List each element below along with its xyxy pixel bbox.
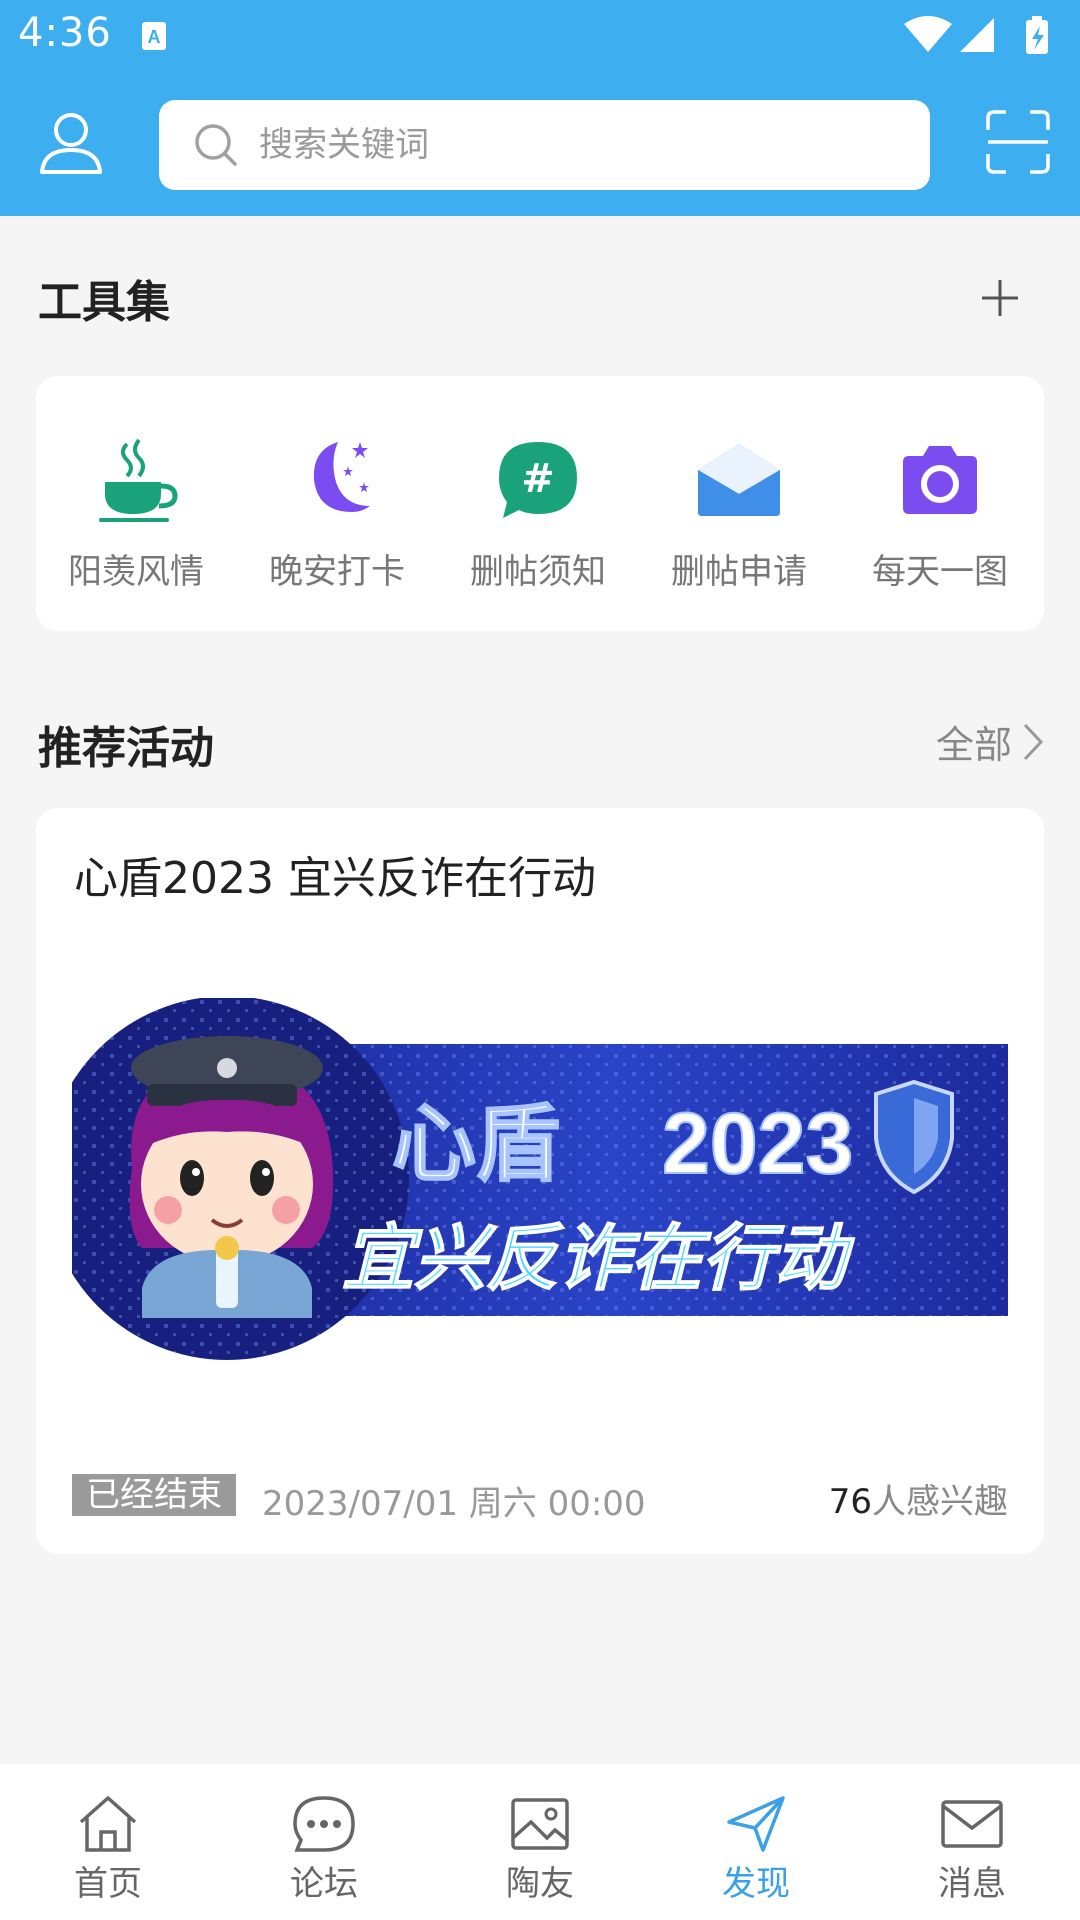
nav-label: 论坛	[290, 1864, 358, 1904]
svg-text:#: #	[521, 456, 555, 502]
status-bar: 4:36 A	[0, 0, 1080, 72]
nav-friends[interactable]: 陶友	[450, 1794, 630, 1905]
chat-bubble-icon	[293, 1796, 355, 1852]
nav-messages[interactable]: 消息	[882, 1794, 1062, 1905]
signal-icon	[960, 18, 994, 52]
send-icon	[727, 1796, 785, 1852]
moon-stars-icon	[313, 442, 370, 512]
nav-label: 消息	[938, 1864, 1006, 1904]
police-girl-illustration	[129, 1036, 334, 1318]
view-all-label: 全部	[935, 723, 1012, 767]
banner-title-a: 心盾	[392, 1095, 560, 1193]
activity-date: 2023/07/01 周六 00:00	[262, 1484, 646, 1524]
activity-footer: 已经结束 2023/07/01 周六 00:00 76人感兴趣	[72, 1474, 1008, 1524]
envelope-icon	[941, 1800, 1003, 1848]
tool-label: 晚安打卡	[269, 552, 405, 592]
status-time: 4:36	[18, 10, 112, 56]
image-icon	[511, 1798, 569, 1850]
tool-label: 删帖须知	[470, 552, 606, 592]
teacup-icon	[99, 438, 178, 522]
mail-open-icon	[698, 444, 780, 516]
camera-icon	[903, 446, 977, 514]
status-icons	[904, 16, 1048, 54]
hashtag-chat-icon: #	[499, 442, 577, 518]
search-input[interactable]: 搜索关键词	[159, 100, 930, 190]
svg-text:A: A	[148, 27, 161, 47]
tools-section-title: 工具集	[38, 277, 170, 328]
nav-label: 首页	[74, 1864, 142, 1904]
user-profile-icon[interactable]	[38, 110, 104, 176]
header-row: 搜索关键词	[0, 92, 1080, 192]
top-bar: 4:36 A 搜索关键词	[0, 0, 1080, 216]
home-icon	[79, 1796, 137, 1852]
view-all-link[interactable]: 全部	[936, 714, 1044, 769]
chevron-right-icon	[1023, 723, 1044, 760]
tool-item-delete-notice[interactable]: # 删帖须知	[438, 436, 638, 606]
tool-label: 删帖申请	[671, 552, 807, 592]
tool-item-delete-request[interactable]: 删帖申请	[639, 436, 839, 606]
interest-suffix: 人感兴趣	[872, 1482, 1008, 1522]
activity-title: 心盾2023 宜兴反诈在行动	[74, 853, 596, 904]
interest-count: 76人感兴趣	[829, 1474, 1008, 1523]
activities-section-title: 推荐活动	[38, 723, 214, 774]
wifi-icon	[904, 16, 952, 52]
tools-card: 阳羡风情 晚安打卡 # 删帖须知 删帖申请 每天一图	[36, 376, 1044, 631]
banner-subtitle: 宜兴反诈在行动	[342, 1216, 855, 1300]
tool-label: 阳羡风情	[68, 552, 204, 592]
bottom-nav: 首页 论坛 陶友 发现 消息	[0, 1764, 1080, 1920]
nav-discover[interactable]: 发现	[666, 1794, 846, 1905]
activity-banner-image: 心盾 2023 宜兴反诈在行动	[72, 998, 1008, 1360]
banner-title-year: 2023	[662, 1096, 853, 1192]
nav-forum[interactable]: 论坛	[234, 1794, 414, 1905]
nav-label: 发现	[722, 1864, 790, 1904]
nav-label: 陶友	[506, 1864, 574, 1904]
battery-icon	[1026, 16, 1048, 54]
search-icon	[195, 124, 237, 166]
add-tool-icon[interactable]	[980, 278, 1020, 318]
search-placeholder: 搜索关键词	[259, 125, 429, 165]
notification-a-icon: A	[142, 22, 166, 50]
activity-card[interactable]: 心盾 2023 宜兴反诈在行动 心盾 2023 宜兴反诈在行动 已经结束 2023…	[36, 808, 1044, 1554]
nav-home[interactable]: 首页	[18, 1794, 198, 1905]
tool-label: 每天一图	[872, 552, 1008, 592]
tool-item-goodnight[interactable]: 晚安打卡	[237, 436, 437, 606]
interest-number: 76	[828, 1482, 872, 1522]
scan-icon[interactable]	[986, 110, 1050, 174]
status-badge: 已经结束	[72, 1474, 236, 1516]
tool-item-yangxian[interactable]: 阳羡风情	[36, 436, 236, 606]
tool-item-daily-photo[interactable]: 每天一图	[840, 436, 1040, 606]
